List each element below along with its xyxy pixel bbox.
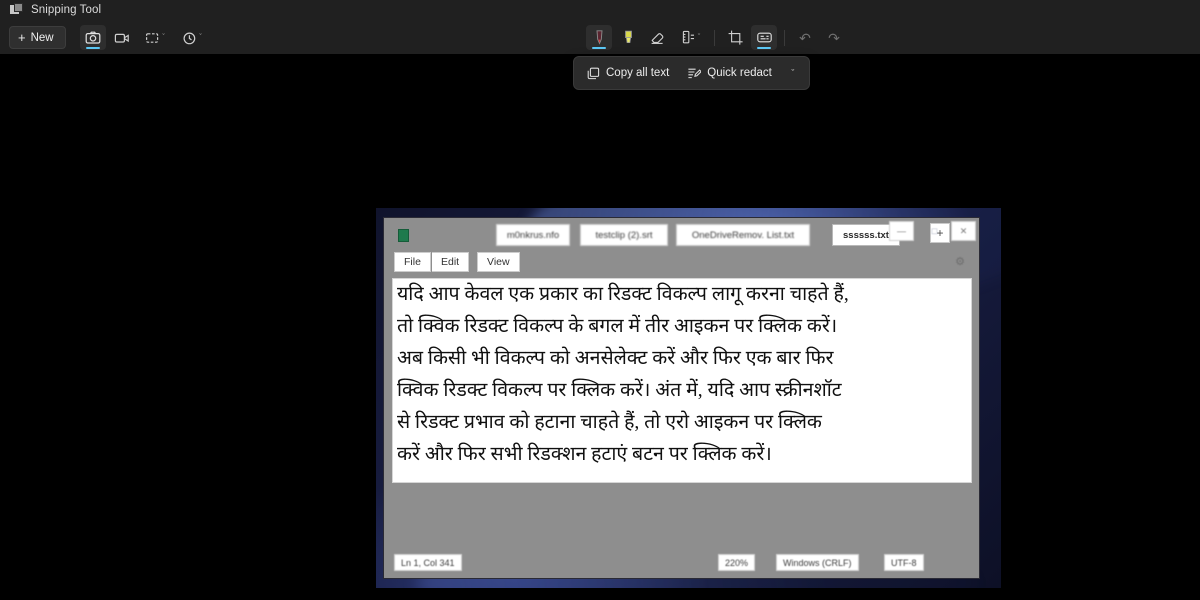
notepad-text-area[interactable]: यदि आप केवल एक प्रकार का रिडक्ट विकल्प ल… <box>392 278 972 483</box>
toolbar-divider-2 <box>784 29 785 46</box>
captured-screenshot-canvas[interactable]: m0nkrus.nfo testclip (2).srt OneDriveRem… <box>376 208 1001 588</box>
quick-redact-label: Quick redact <box>707 67 772 79</box>
quick-redact-chevron-down-icon[interactable]: ˇ <box>781 60 805 86</box>
close-button[interactable]: ✕ <box>951 221 976 241</box>
text-actions-button[interactable] <box>751 25 777 50</box>
line-ending-label: Windows (CRLF) <box>783 557 852 568</box>
notepad-window: m0nkrus.nfo testclip (2).srt OneDriveRem… <box>383 217 980 579</box>
record-mode-button[interactable] <box>109 25 135 50</box>
snip-shape-button[interactable]: ˇ <box>138 25 172 50</box>
menu-item-view[interactable]: View <box>477 252 520 272</box>
notepad-tab-label: ssssss.txt <box>843 229 889 241</box>
delay-timer-button[interactable]: ˇ <box>175 25 209 50</box>
notepad-tab-label: OneDriveRemov. List.txt <box>691 229 795 241</box>
notepad-status-bar: Ln 1, Col 341 220% Windows (CRLF) UTF-8 <box>384 554 979 574</box>
chevron-down-icon: ˇ <box>697 34 701 41</box>
eraser-button[interactable] <box>644 25 670 50</box>
edit-tool-group: ˇ ↶ ↷ <box>586 25 847 50</box>
highlighter-button[interactable] <box>615 25 641 50</box>
capture-mode-group: ˇ ˇ <box>80 25 209 50</box>
undo-icon: ↶ <box>799 29 811 46</box>
gear-icon[interactable]: ⚙ <box>955 255 965 268</box>
copy-all-text-label: Copy all text <box>606 67 670 79</box>
ruler-shapes-button[interactable]: ˇ <box>673 25 707 50</box>
redact-icon <box>688 68 702 78</box>
status-cursor-position[interactable]: Ln 1, Col 341 <box>394 554 462 571</box>
minimize-button[interactable]: — <box>889 221 914 241</box>
crop-button[interactable] <box>722 25 748 50</box>
title-bar: Snipping Tool <box>0 0 1200 22</box>
text-actions-popup: Copy all text Quick redact ˇ <box>573 56 810 90</box>
text-line-4: क्विक रिडक्ट विकल्प पर क्लिक करें। अंत म… <box>397 380 842 401</box>
notepad-tab-0[interactable]: m0nkrus.nfo <box>496 224 570 246</box>
notepad-tab-1[interactable]: testclip (2).srt <box>580 224 668 246</box>
chevron-down-icon: ˇ <box>199 34 202 41</box>
main-toolbar: + New ˇ ˇ ˇ ↶ ↷ <box>0 22 1200 54</box>
maximize-button[interactable]: □ <box>922 221 947 241</box>
quick-redact-button[interactable]: Quick redact <box>678 60 781 86</box>
text-line-6: करें और फिर सभी रिडक्शन हटाएं बटन पर क्ल… <box>397 444 772 465</box>
zoom-level-label: 220% <box>725 557 749 568</box>
text-line-5: से रिडक्ट प्रभाव को हटाना चाहते हैं, तो … <box>397 412 822 433</box>
new-capture-button[interactable]: + New <box>9 26 66 49</box>
redo-icon: ↷ <box>828 29 840 46</box>
notepad-tab-label: m0nkrus.nfo <box>506 229 560 241</box>
title-bar-left: Snipping Tool <box>10 3 101 16</box>
menu-item-file[interactable]: File <box>394 252 431 272</box>
document-icon <box>398 229 409 242</box>
toolbar-divider <box>714 29 715 46</box>
snipping-tool-icon <box>10 3 23 16</box>
text-line-3: अब किसी भी विकल्प को अनसेलेक्ट करें और फ… <box>397 348 834 369</box>
notepad-tab-2[interactable]: OneDriveRemov. List.txt <box>676 224 810 246</box>
cursor-position-label: Ln 1, Col 341 <box>401 557 455 568</box>
text-line-1: यदि आप केवल एक प्रकार का रिडक्ट विकल्प ल… <box>397 284 849 305</box>
plus-icon: + <box>18 30 26 45</box>
status-zoom-level[interactable]: 220% <box>718 554 756 571</box>
copy-icon <box>587 67 600 79</box>
screenshot-mode-button[interactable] <box>80 25 106 50</box>
ballpoint-pen-button[interactable] <box>586 25 612 50</box>
menu-edit-label: Edit <box>441 256 460 268</box>
copy-all-text-button[interactable]: Copy all text <box>578 60 678 86</box>
close-icon: ✕ <box>959 225 968 236</box>
menu-item-edit[interactable]: Edit <box>432 252 470 272</box>
status-encoding[interactable]: UTF-8 <box>884 554 924 571</box>
text-line-2: तो क्विक रिडक्ट विकल्प के बगल में तीर आइ… <box>397 316 838 337</box>
notepad-menu-bar: File Edit View ⚙ <box>384 252 979 274</box>
undo-button[interactable]: ↶ <box>792 25 818 50</box>
new-button-label: New <box>30 31 54 44</box>
notepad-tab-strip: m0nkrus.nfo testclip (2).srt OneDriveRem… <box>384 218 979 252</box>
minimize-icon: — <box>897 226 906 236</box>
maximize-icon: □ <box>931 226 938 236</box>
redo-button[interactable]: ↷ <box>821 25 847 50</box>
snipping-tool-window: Snipping Tool + New ˇ ˇ ˇ ↶ ↷ Copy all t… <box>0 0 1200 600</box>
chevron-down-icon: ˇ <box>162 34 165 41</box>
menu-view-label: View <box>487 256 510 268</box>
app-title: Snipping Tool <box>31 3 102 16</box>
menu-file-label: File <box>404 256 421 268</box>
encoding-label: UTF-8 <box>891 557 917 568</box>
status-line-ending[interactable]: Windows (CRLF) <box>776 554 859 571</box>
notepad-tab-label: testclip (2).srt <box>595 229 653 241</box>
